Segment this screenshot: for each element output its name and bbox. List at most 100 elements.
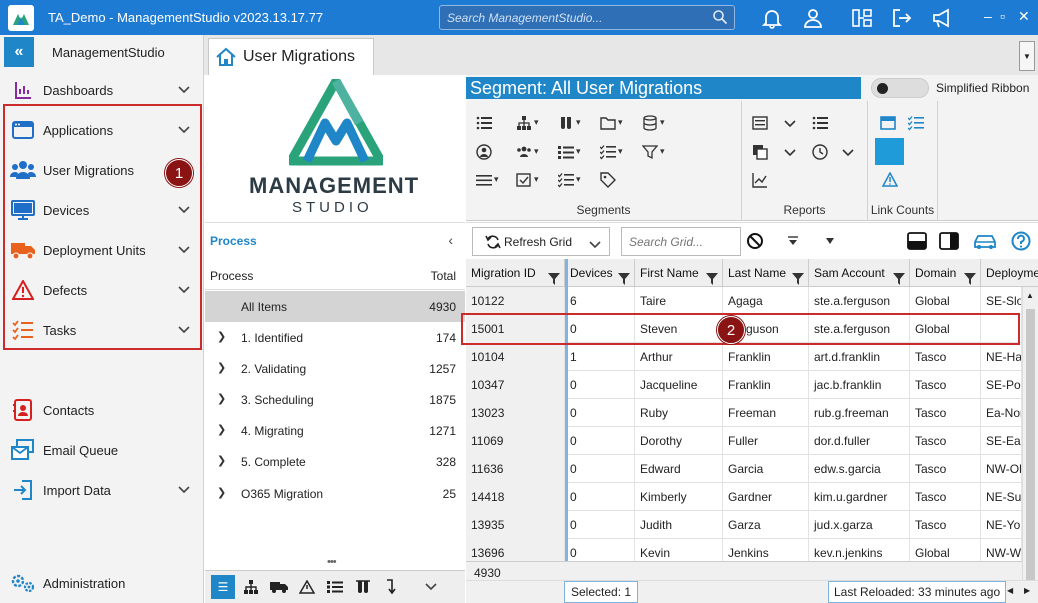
table-row[interactable]: 11069 0 Dorothy Fuller dor.d.fuller Tasco SE-E… xyxy=(466,427,1022,455)
test-tubes-icon[interactable]: ▾ xyxy=(558,115,581,131)
table-cell[interactable]: ste.a.ferguson xyxy=(809,287,910,315)
layout-right-icon[interactable] xyxy=(939,231,959,251)
sitemap-icon[interactable] xyxy=(850,6,874,30)
scroll-right-icon[interactable]: ▶ xyxy=(1024,586,1030,595)
table-cell[interactable]: NW-Ol xyxy=(981,455,1022,483)
chevron-right-icon[interactable]: ❯ xyxy=(217,454,226,467)
close-button[interactable]: ✕ xyxy=(1018,8,1030,25)
scroll-left-icon[interactable]: ◀ xyxy=(1007,586,1013,595)
table-cell[interactable]: Franklin xyxy=(723,343,809,371)
sidebar-item-contacts[interactable]: Contacts xyxy=(0,390,204,430)
table-cell[interactable]: 13935 xyxy=(466,511,565,539)
table-cell[interactable]: 0 xyxy=(565,427,635,455)
table-cell[interactable]: Edward xyxy=(635,455,723,483)
column-header-migration-id[interactable]: Migration ID xyxy=(466,259,565,287)
sidebar-item-email-queue[interactable]: Email Queue xyxy=(0,430,204,470)
list-icon[interactable] xyxy=(476,115,492,131)
warning-icon[interactable] xyxy=(881,171,899,188)
table-cell[interactable]: Arthur xyxy=(635,343,723,371)
column-header-total[interactable]: Total xyxy=(431,269,456,283)
table-row[interactable]: 13023 0 Ruby Freeman rub.g.freeman Tasco Ea-No… xyxy=(466,399,1022,427)
table-cell[interactable]: 0 xyxy=(565,399,635,427)
filter-icon[interactable]: ▾ xyxy=(641,144,665,160)
table-cell[interactable]: 0 xyxy=(565,371,635,399)
table-cell[interactable]: Garcia xyxy=(723,455,809,483)
chevron-down-icon[interactable] xyxy=(178,483,190,497)
chevron-right-icon[interactable]: ❯ xyxy=(217,392,226,405)
table-cell[interactable]: SE-Slou xyxy=(981,287,1022,315)
resize-grip-icon[interactable]: ••• xyxy=(327,556,337,568)
table-cell[interactable]: Global xyxy=(910,287,981,315)
chevron-right-icon[interactable]: ❯ xyxy=(217,361,226,374)
hierarchy-icon[interactable]: ▾ xyxy=(516,115,539,131)
table-cell[interactable]: Franklin xyxy=(723,371,809,399)
table-cell[interactable]: Freeman xyxy=(723,399,809,427)
table-cell[interactable]: 10347 xyxy=(466,371,565,399)
table-cell[interactable]: 10104 xyxy=(466,343,565,371)
table-cell[interactable]: jac.b.franklin xyxy=(809,371,910,399)
global-search[interactable] xyxy=(439,5,735,30)
search-icon[interactable] xyxy=(712,9,728,28)
simplified-ribbon-toggle[interactable] xyxy=(871,78,929,98)
table-cell[interactable]: Tasco xyxy=(910,427,981,455)
chevron-down-icon[interactable] xyxy=(782,144,798,160)
chevron-down-icon[interactable] xyxy=(782,115,798,131)
global-search-input[interactable] xyxy=(440,10,702,25)
table-cell[interactable]: 14418 xyxy=(466,483,565,511)
table-cell[interactable]: 13023 xyxy=(466,399,565,427)
scroll-up-icon[interactable]: ▲ xyxy=(1026,291,1034,300)
table-cell[interactable]: Tasco xyxy=(910,455,981,483)
menu-icon[interactable]: ▾ xyxy=(476,172,499,188)
table-cell[interactable]: Dorothy xyxy=(635,427,723,455)
vertical-scrollbar[interactable]: ▲ ▼ xyxy=(1022,287,1038,603)
table-cell[interactable]: 0 xyxy=(565,455,635,483)
checklist-icon[interactable]: ▾ xyxy=(599,144,623,160)
process-row[interactable]: ❯ 5. Complete 328 xyxy=(205,446,465,477)
list-view-icon[interactable]: ☰ xyxy=(211,575,235,599)
table-cell[interactable]: art.d.franklin xyxy=(809,343,910,371)
user-icon[interactable] xyxy=(801,6,825,30)
table-cell[interactable]: 0 xyxy=(565,511,635,539)
table-cell[interactable]: NE-Sur xyxy=(981,483,1022,511)
table-cell[interactable]: 6 xyxy=(565,287,635,315)
bell-icon[interactable] xyxy=(760,6,784,30)
checklist-icon[interactable] xyxy=(907,115,924,131)
car-icon[interactable] xyxy=(972,231,998,251)
table-cell[interactable]: NE-Yor xyxy=(981,511,1022,539)
table-cell[interactable]: Tasco xyxy=(910,399,981,427)
table-cell[interactable]: Garza xyxy=(723,511,809,539)
table-cell[interactable]: Tasco xyxy=(910,511,981,539)
table-cell[interactable]: 11069 xyxy=(466,427,565,455)
line-chart-icon[interactable] xyxy=(752,172,768,188)
chevron-down-icon[interactable] xyxy=(840,144,856,160)
process-row[interactable]: ❯ 3. Scheduling 1875 xyxy=(205,384,465,415)
task-list-icon[interactable]: ▾ xyxy=(558,144,581,160)
list-icon[interactable] xyxy=(812,115,828,131)
table-cell[interactable]: SE-East xyxy=(981,427,1022,455)
tab-user-migrations[interactable]: User Migrations xyxy=(208,38,374,75)
checkbox-icon[interactable]: ▾ xyxy=(516,172,539,188)
grid-search-input[interactable] xyxy=(622,228,732,255)
sign-out-icon[interactable] xyxy=(890,6,914,30)
link-count-block[interactable] xyxy=(875,138,904,165)
clear-search-icon[interactable] xyxy=(745,231,765,251)
hierarchy-icon[interactable] xyxy=(239,575,263,599)
refresh-grid-button[interactable]: Refresh Grid xyxy=(472,227,610,256)
table-cell[interactable]: Taire xyxy=(635,287,723,315)
column-header-last-name[interactable]: Last Name xyxy=(723,259,809,287)
table-cell[interactable]: Agaga xyxy=(723,287,809,315)
table-cell[interactable]: SE-Port xyxy=(981,371,1022,399)
table-row[interactable]: 14418 0 Kimberly Gardner kim.u.gardner Tasco N… xyxy=(466,483,1022,511)
report-list-icon[interactable] xyxy=(752,115,768,131)
column-header-deployment[interactable]: Deployme xyxy=(981,259,1038,287)
table-row[interactable]: 10104 1 Arthur Franklin art.d.franklin Tasco N… xyxy=(466,343,1022,371)
megaphone-icon[interactable] xyxy=(930,6,954,30)
help-icon[interactable] xyxy=(1011,231,1031,251)
sidebar-item-administration[interactable]: Administration xyxy=(0,563,204,603)
table-cell[interactable]: Tasco xyxy=(910,343,981,371)
warning-icon[interactable] xyxy=(295,575,319,599)
table-cell[interactable]: 11636 xyxy=(466,455,565,483)
column-header-domain[interactable]: Domain xyxy=(910,259,981,287)
chevron-right-icon[interactable]: ❯ xyxy=(217,486,226,499)
process-row[interactable]: ❯ 1. Identified 174 xyxy=(205,322,465,353)
